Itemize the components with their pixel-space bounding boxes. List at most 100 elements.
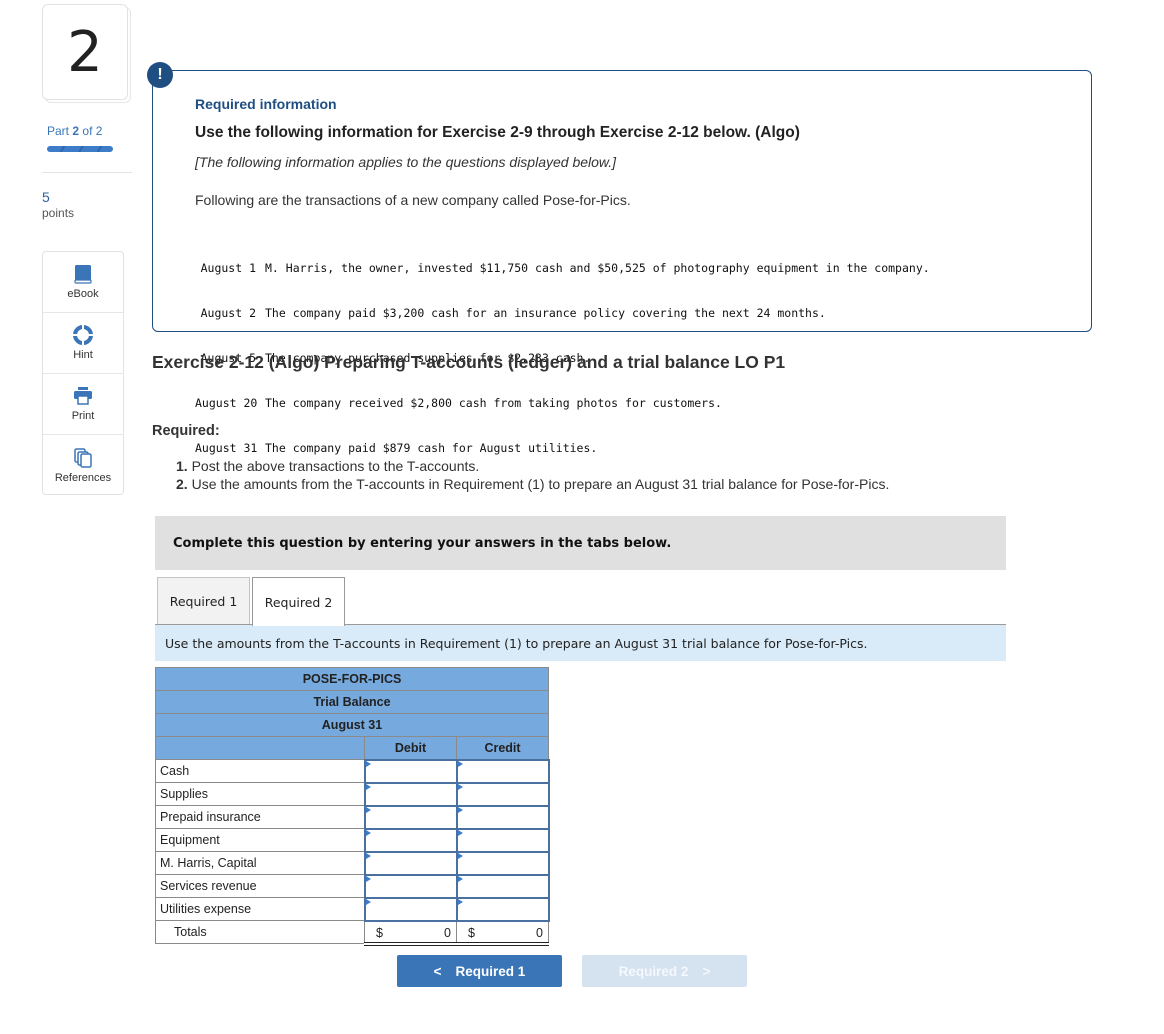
table-row: Utilities expense xyxy=(155,896,550,922)
statement-title: Trial Balance xyxy=(155,690,549,714)
equipment-debit-input[interactable] xyxy=(365,829,456,851)
totals-row: Totals $ 0 $ 0 xyxy=(155,920,549,946)
table-row: Supplies xyxy=(155,781,550,807)
required-info-note: [The following information applies to th… xyxy=(195,154,617,170)
chevron-right-icon: > xyxy=(702,963,711,979)
total-debit: $ 0 xyxy=(364,920,457,946)
debit-cell xyxy=(363,781,458,807)
requirements-list: 1. Post the above transactions to the T-… xyxy=(176,457,889,493)
debit-cell xyxy=(363,827,458,853)
total-credit-value: 0 xyxy=(536,925,543,940)
account-name: Cash xyxy=(155,759,365,783)
hint-button[interactable]: Hint xyxy=(43,313,123,374)
supplies-credit-input[interactable] xyxy=(457,783,548,805)
tab-required-1[interactable]: Required 1 xyxy=(157,577,250,625)
capital-credit-input[interactable] xyxy=(457,852,548,874)
total-credit: $ 0 xyxy=(456,920,549,946)
account-name: Equipment xyxy=(155,828,365,852)
debit-cell xyxy=(363,873,458,899)
statement-date: August 31 xyxy=(155,713,549,737)
cash-debit-input[interactable] xyxy=(365,760,456,782)
account-name: Prepaid insurance xyxy=(155,805,365,829)
table-row: Cash xyxy=(155,758,550,784)
cash-credit-input[interactable] xyxy=(457,760,548,782)
requirement-item: 2. Use the amounts from the T-accounts i… xyxy=(176,476,890,492)
part-indicator: Part 2 of 2 xyxy=(47,124,103,138)
tab-instruction: Use the amounts from the T-accounts in R… xyxy=(155,624,1006,661)
transaction-row: August 2 The company paid $3,200 cash for… xyxy=(200,306,826,320)
equipment-credit-input[interactable] xyxy=(457,829,548,851)
utilities-expense-credit-input[interactable] xyxy=(457,898,548,920)
chevron-left-icon: < xyxy=(433,963,442,979)
account-name: Supplies xyxy=(155,782,365,806)
transaction-row: August 31 The company paid $879 cash for … xyxy=(195,441,598,455)
services-revenue-credit-input[interactable] xyxy=(457,875,548,897)
required-info-heading: Use the following information for Exerci… xyxy=(195,124,800,141)
debit-cell xyxy=(363,758,458,784)
credit-cell xyxy=(455,781,550,807)
alert-icon: ! xyxy=(147,62,173,88)
divider xyxy=(42,172,132,173)
hint-label: Hint xyxy=(73,349,93,361)
services-revenue-debit-input[interactable] xyxy=(365,875,456,897)
trial-balance-table: POSE-FOR-PICS Trial Balance August 31 De… xyxy=(155,667,550,946)
points-label: points xyxy=(42,206,75,220)
ebook-label: eBook xyxy=(67,288,99,300)
required-label: Required: xyxy=(152,423,220,439)
account-column-header xyxy=(155,736,365,760)
debit-cell xyxy=(363,896,458,922)
question-number-card: 2 xyxy=(42,4,128,100)
total-debit-value: 0 xyxy=(444,925,451,940)
requirement-item: 1. Post the above transactions to the T-… xyxy=(176,458,480,474)
transaction-row: August 1 M. Harris, the owner, invested $… xyxy=(200,261,930,275)
table-row: Services revenue xyxy=(155,873,550,899)
table-row: Equipment xyxy=(155,827,550,853)
question-number: 2 xyxy=(67,19,103,85)
required-info-title: Required information xyxy=(195,96,337,112)
prepaid-insurance-credit-input[interactable] xyxy=(457,806,548,828)
credit-cell xyxy=(455,804,550,830)
points-value: 5 xyxy=(42,189,50,205)
credit-cell xyxy=(455,873,550,899)
tools-panel: eBook Hint Print References xyxy=(42,251,124,495)
company-name: POSE-FOR-PICS xyxy=(155,667,549,691)
debit-column-header: Debit xyxy=(364,736,457,760)
ebook-button[interactable]: eBook xyxy=(43,252,123,313)
debit-cell xyxy=(363,804,458,830)
table-row: Prepaid insurance xyxy=(155,804,550,830)
instructions-banner: Complete this question by entering your … xyxy=(155,516,1006,570)
currency-symbol: $ xyxy=(468,925,475,940)
required-info-intro: Following are the transactions of a new … xyxy=(195,192,631,208)
table-header-row: August 31 xyxy=(155,713,549,737)
exercise-title: Exercise 2-12 (Algo) Preparing T-account… xyxy=(152,352,786,372)
debit-cell xyxy=(363,850,458,876)
column-header-row: Debit Credit xyxy=(155,736,549,760)
account-name: Services revenue xyxy=(155,874,365,898)
print-button[interactable]: Print xyxy=(43,374,123,435)
prepaid-insurance-debit-input[interactable] xyxy=(365,806,456,828)
table-row: M. Harris, Capital xyxy=(155,850,550,876)
book-icon xyxy=(74,264,92,284)
credit-column-header: Credit xyxy=(456,736,549,760)
next-required-button[interactable]: Required 2 > xyxy=(582,955,747,987)
references-button[interactable]: References xyxy=(43,435,123,496)
supplies-debit-input[interactable] xyxy=(365,783,456,805)
credit-cell xyxy=(455,827,550,853)
credit-cell xyxy=(455,850,550,876)
next-button-label: Required 2 xyxy=(618,963,689,979)
credit-cell xyxy=(455,896,550,922)
account-name: Utilities expense xyxy=(155,897,365,921)
credit-cell xyxy=(455,758,550,784)
prev-button-label: Required 1 xyxy=(455,963,526,979)
documents-icon xyxy=(74,447,92,468)
table-header-row: POSE-FOR-PICS xyxy=(155,667,549,691)
table-header-row: Trial Balance xyxy=(155,690,549,714)
references-label: References xyxy=(54,471,112,484)
tab-required-2[interactable]: Required 2 xyxy=(252,577,345,626)
totals-label: Totals xyxy=(155,920,365,944)
prev-required-button[interactable]: < Required 1 xyxy=(397,955,562,987)
currency-symbol: $ xyxy=(376,925,383,940)
utilities-expense-debit-input[interactable] xyxy=(365,898,456,920)
capital-debit-input[interactable] xyxy=(365,852,456,874)
part-progress-bar xyxy=(47,146,113,152)
